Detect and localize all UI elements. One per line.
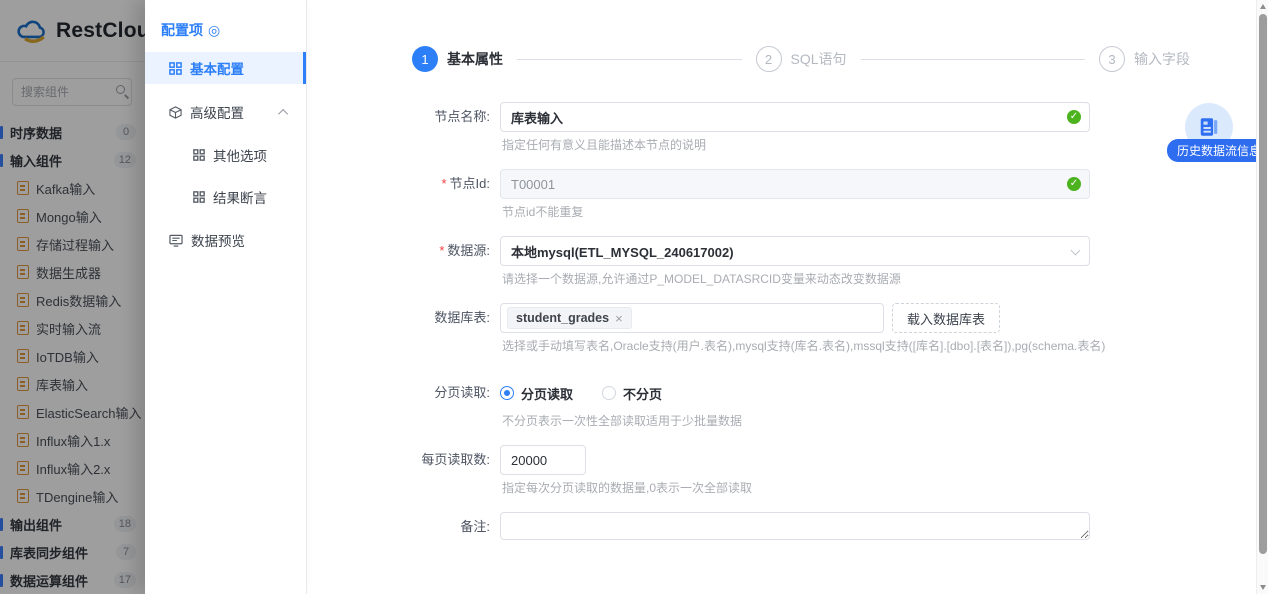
node-id-label: *节点Id:	[308, 169, 500, 230]
node-id-hint: 节点id不能重复	[502, 203, 1090, 220]
paging-hint: 不分页表示一次性全部读取适用于少批量数据	[502, 412, 742, 429]
page-size-hint: 指定每次分页读取的数据量,0表示一次全部读取	[502, 479, 752, 496]
menu-item-result-assertion[interactable]: 结果断言	[145, 182, 306, 212]
wizard-step-sql[interactable]: 2 SQL语句	[756, 46, 847, 72]
node-config-form: 节点名称: ✓ 指定任何有意义且能描述本节点的说明 *节点Id: ✓ 节点id不…	[308, 102, 1256, 545]
grid-icon	[169, 62, 182, 75]
node-name-hint: 指定任何有意义且能描述本节点的说明	[502, 136, 1090, 153]
step-connector	[861, 59, 1086, 60]
config-panel-title: 配置项 ◎	[145, 0, 306, 52]
datasource-hint: 请选择一个数据源,允许通过P_MODEL_DATASRCID变量来动态改变数据源	[502, 270, 1090, 287]
main-content: 1 基本属性 2 SQL语句 3 输入字段 节点名称: ✓ 指定任何有意义	[308, 0, 1256, 594]
load-db-tables-button[interactable]: 载入数据库表	[892, 303, 1000, 333]
step-number: 2	[756, 46, 782, 72]
scrollbar-thumb[interactable]	[1259, 14, 1267, 554]
config-drawer: 配置项 ◎ 基本配置 高级配置	[145, 0, 307, 594]
db-table-tag-input[interactable]: student_grades ×	[500, 303, 884, 333]
no-paging-radio[interactable]	[602, 386, 616, 400]
node-name-input[interactable]	[500, 102, 1090, 132]
scroll-down-icon[interactable]	[1260, 585, 1266, 590]
menu-item-advanced-config[interactable]: 高级配置	[145, 96, 306, 128]
db-table-label: 数据库表:	[308, 303, 500, 364]
node-id-input[interactable]	[500, 169, 1090, 199]
target-icon: ◎	[208, 23, 220, 37]
scroll-up-icon[interactable]	[1260, 4, 1266, 9]
drawer-mask[interactable]	[0, 0, 145, 594]
remark-textarea[interactable]	[500, 512, 1090, 540]
required-asterisk: *	[439, 243, 444, 258]
paging-label: 分页读取:	[308, 378, 500, 439]
preview-icon	[169, 234, 183, 247]
close-icon[interactable]: ×	[615, 311, 623, 326]
history-flow-label[interactable]: 历史数据流信息	[1167, 139, 1268, 162]
grid-icon	[193, 191, 205, 203]
chevron-up-icon[interactable]	[278, 108, 288, 118]
table-tag: student_grades ×	[507, 307, 632, 329]
vertical-scrollbar[interactable]	[1256, 0, 1268, 594]
check-icon: ✓	[1067, 177, 1081, 191]
wizard-step-input-fields[interactable]: 3 输入字段	[1099, 46, 1190, 72]
page-size-label: 每页读取数:	[308, 445, 500, 506]
datasource-label: *数据源:	[308, 236, 500, 297]
page-size-input[interactable]	[500, 445, 586, 475]
history-flow-icon	[1198, 116, 1220, 138]
remark-label: 备注:	[308, 512, 500, 545]
db-table-hint: 选择或手动填写表名,Oracle支持(用户.表名),mysql支持(库名.表名)…	[502, 337, 1105, 354]
step-wizard: 1 基本属性 2 SQL语句 3 输入字段	[412, 46, 1190, 72]
app-window: RestCloud 时序数据 0 输入组件 12 Kafka输入	[0, 0, 1268, 594]
menu-item-other-options[interactable]: 其他选项	[145, 140, 306, 170]
step-connector	[517, 59, 742, 60]
grid-icon	[193, 149, 205, 161]
check-icon: ✓	[1067, 110, 1081, 124]
required-asterisk: *	[441, 176, 446, 191]
menu-item-data-preview[interactable]: 数据预览	[145, 224, 306, 256]
menu-item-basic-config[interactable]: 基本配置	[145, 52, 306, 84]
step-number: 1	[412, 46, 438, 72]
paging-radio-selected[interactable]	[500, 386, 514, 400]
step-number: 3	[1099, 46, 1125, 72]
cube-icon	[169, 106, 182, 119]
node-name-label: 节点名称:	[308, 102, 500, 163]
datasource-select[interactable]: 本地mysql(ETL_MYSQL_240617002)	[500, 236, 1090, 266]
wizard-step-basic[interactable]: 1 基本属性	[412, 46, 503, 72]
